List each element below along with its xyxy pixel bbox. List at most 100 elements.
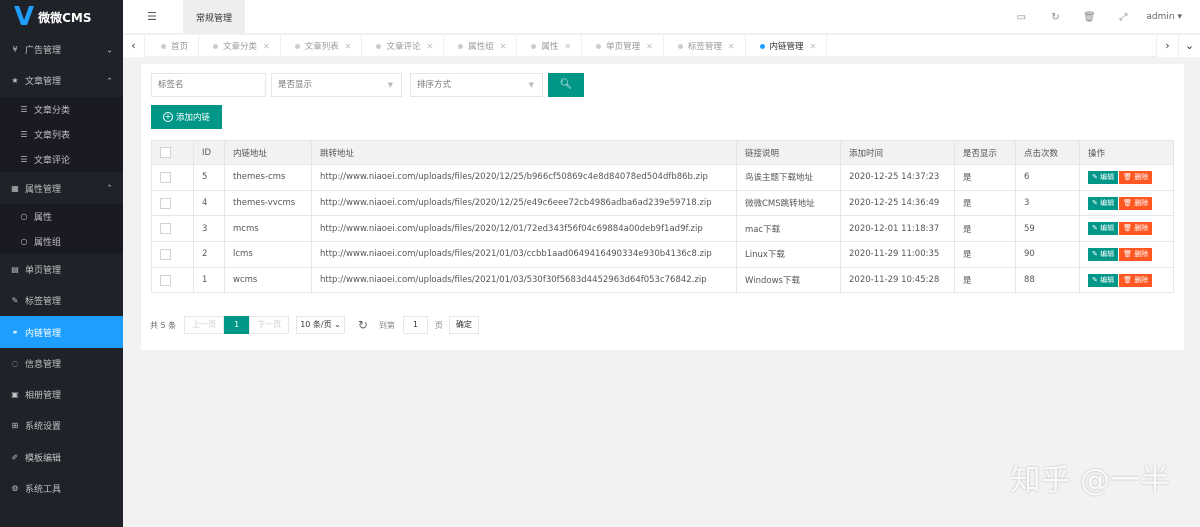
tab-article-comments[interactable]: 文章评论 ✕: [362, 35, 445, 57]
sidebar-item-messages[interactable]: ◌ 信息管理: [0, 348, 123, 379]
sidebar-item-ads[interactable]: ¥ 广告管理 ⌄: [0, 34, 123, 65]
tag-name-input[interactable]: 标签名: [151, 73, 266, 97]
row-select: [151, 164, 194, 191]
cell-time: 2020-12-25 14:37:23: [840, 164, 955, 191]
goto-label: 到第: [378, 320, 395, 330]
row-checkbox[interactable]: [160, 197, 171, 209]
row-checkbox[interactable]: [160, 248, 171, 260]
tab-pages[interactable]: 单页管理 ✕: [582, 35, 664, 57]
plus-circle-icon: +: [162, 112, 173, 122]
sidebar-item-tools[interactable]: ⚙ 系统工具: [0, 473, 123, 504]
sidebar-item-attribute-group[interactable]: ○ 属性组: [0, 229, 123, 254]
edit-button[interactable]: ✎ 编辑: [1088, 170, 1119, 184]
chevron-down-icon: ⌄: [334, 320, 341, 329]
username: admin: [1146, 12, 1175, 22]
search-icon: 🔍︎: [559, 79, 573, 90]
sidebar-item-templates[interactable]: ✐ 模板编辑: [0, 442, 123, 473]
image-icon: ▣: [11, 390, 19, 400]
close-icon[interactable]: ✕: [345, 42, 352, 51]
sort-select[interactable]: 排序方式 ▼: [410, 73, 543, 97]
row-checkbox[interactable]: [160, 223, 171, 235]
close-icon[interactable]: ✕: [564, 42, 571, 51]
yen-icon: ¥: [12, 45, 18, 55]
select-all-checkbox[interactable]: [160, 147, 171, 158]
refresh-icon[interactable]: ↻: [1038, 12, 1072, 23]
page-unit-label: 页: [434, 320, 443, 330]
delete-button[interactable]: 🗑︎ 删除: [1119, 196, 1153, 210]
next-page-button[interactable]: 下一页: [249, 316, 290, 334]
tabs-scroll-left-icon[interactable]: ‹: [123, 35, 145, 57]
refresh-icon[interactable]: ↻: [358, 318, 368, 332]
sidebar-item-article-comments[interactable]: ☰ 文章评论: [0, 147, 123, 172]
tab-home[interactable]: 首页: [147, 35, 200, 57]
sidebar-item-attribute[interactable]: ○ 属性: [0, 204, 123, 229]
edit-button[interactable]: ✎ 编辑: [1088, 222, 1119, 236]
trash-icon[interactable]: 🗑︎: [1072, 12, 1106, 23]
sidebar-item-article-list[interactable]: ☰ 文章列表: [0, 122, 123, 147]
delete-button[interactable]: 🗑︎ 删除: [1119, 247, 1153, 261]
row-checkbox[interactable]: [160, 274, 171, 286]
user-menu[interactable]: admin ▾: [1146, 12, 1182, 22]
row-select: [151, 215, 194, 243]
monitor-icon[interactable]: ▭: [1004, 12, 1038, 23]
edit-button[interactable]: ✎ 编辑: [1088, 196, 1119, 210]
cell-description: Linux下载: [736, 241, 841, 268]
delete-button[interactable]: 🗑︎ 删除: [1119, 170, 1153, 184]
cell-clicks: 3: [1015, 189, 1080, 217]
close-icon[interactable]: ✕: [500, 42, 507, 51]
tab-article-category[interactable]: 文章分类 ✕: [199, 35, 281, 57]
close-icon[interactable]: ✕: [810, 42, 817, 51]
delete-label: 删除: [1134, 249, 1149, 258]
current-page[interactable]: 1: [224, 316, 250, 334]
sidebar-item-albums[interactable]: ▣ 相册管理: [0, 379, 123, 410]
tabs-menu-icon[interactable]: ⌄: [1178, 35, 1200, 57]
tab-dot: [677, 43, 683, 49]
total-count: 共 5 条: [150, 320, 177, 330]
tab-tags[interactable]: 标签管理 ✕: [664, 35, 746, 57]
cell-redirect: http://www.niaoei.com/uploads/files/2020…: [311, 215, 737, 243]
add-link-button[interactable]: + 添加内链: [151, 105, 222, 129]
sidebar-item-internal-links[interactable]: ⚭ 内链管理: [0, 316, 123, 348]
sidebar-item-tags[interactable]: ✎ 标签管理: [0, 285, 123, 316]
close-icon[interactable]: ✕: [728, 42, 735, 51]
tabs-scroll-right-icon[interactable]: ›: [1156, 35, 1178, 57]
delete-button[interactable]: 🗑︎ 删除: [1119, 222, 1153, 236]
sidebar-item-articles[interactable]: ★ 文章管理 ⌃: [0, 65, 123, 96]
cell-redirect: http://www.niaoei.com/uploads/files/2020…: [311, 189, 737, 217]
close-icon[interactable]: ✕: [426, 42, 433, 51]
delete-label: 删除: [1134, 275, 1149, 284]
delete-label: 删除: [1134, 224, 1149, 233]
cell-show: 是: [954, 266, 1016, 294]
close-icon[interactable]: ✕: [646, 42, 653, 51]
edit-button[interactable]: ✎ 编辑: [1088, 247, 1119, 261]
sidebar-item-pages[interactable]: ▤ 单页管理: [0, 254, 123, 285]
submenu-articles: ☰ 文章分类 ☰ 文章列表 ☰ 文章评论: [0, 96, 123, 173]
delete-button[interactable]: 🗑︎ 删除: [1119, 273, 1153, 287]
edit-button[interactable]: ✎ 编辑: [1088, 273, 1119, 287]
prev-page-button[interactable]: 上一页: [184, 316, 225, 334]
cell-time: 2020-12-25 14:36:49: [840, 189, 955, 217]
header-actions: ▭ ↻ 🗑︎ ⤢ admin ▾: [1004, 0, 1200, 34]
tab-article-list[interactable]: 文章列表 ✕: [281, 35, 363, 57]
row-checkbox[interactable]: [160, 171, 171, 183]
header-tab-general[interactable]: 常规管理: [183, 0, 245, 34]
page-icon: ▤: [11, 264, 19, 274]
goto-confirm-button[interactable]: 确定: [448, 316, 479, 334]
tab-internal-links[interactable]: 内链管理 ✕: [746, 35, 828, 57]
tab-attribute-group[interactable]: 属性组 ✕: [444, 35, 518, 57]
goto-page-input[interactable]: 1: [402, 316, 428, 334]
fullscreen-icon[interactable]: ⤢: [1106, 12, 1140, 23]
sidebar-item-attributes[interactable]: ▦ 属性管理 ⌃: [0, 172, 123, 203]
search-button[interactable]: 🔍︎: [548, 73, 584, 97]
sidebar-item-settings[interactable]: ⊞ 系统设置: [0, 410, 123, 441]
cell-redirect: http://www.niaoei.com/uploads/files/2021…: [311, 266, 737, 294]
edit-label: 编辑: [1100, 224, 1115, 233]
logo[interactable]: V 微微CMS: [0, 0, 123, 34]
close-icon[interactable]: ✕: [263, 42, 270, 51]
tab-attribute[interactable]: 属性 ✕: [517, 35, 583, 57]
menu-toggle-icon[interactable]: ☰: [147, 10, 159, 23]
cell-clicks: 88: [1015, 266, 1080, 294]
show-select[interactable]: 是否显示 ▼: [271, 73, 402, 97]
page-size-select[interactable]: 10 条/页 ⌄: [296, 316, 345, 334]
sidebar-item-article-category[interactable]: ☰ 文章分类: [0, 97, 123, 122]
